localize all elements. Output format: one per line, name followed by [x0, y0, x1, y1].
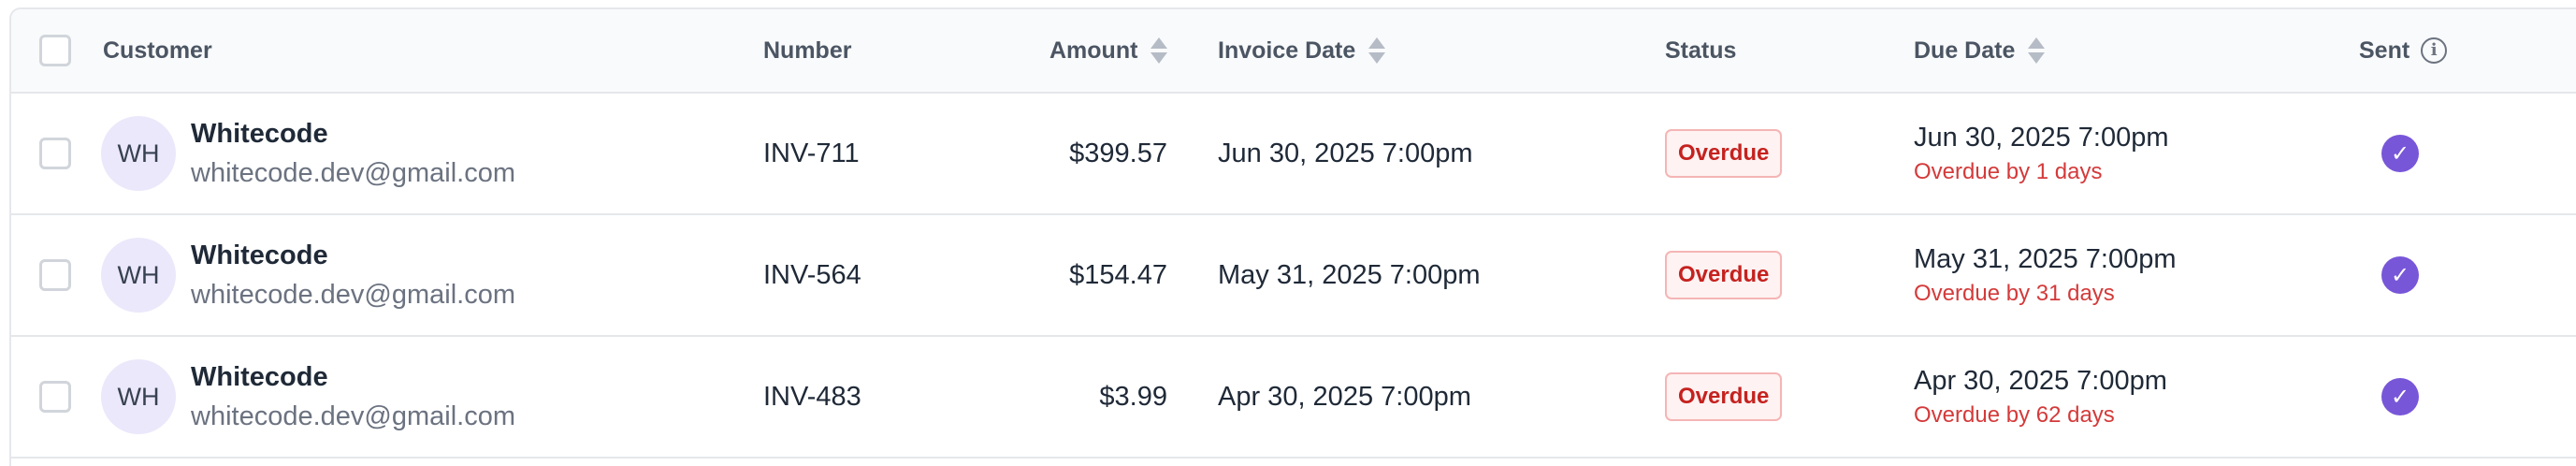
table-header: Customer Number Amount Invoice Date Stat…	[11, 9, 2576, 94]
due-date: May 31, 2025 7:00pm	[1914, 244, 2177, 274]
header-invoice-date[interactable]: Invoice Date	[1218, 9, 1386, 92]
select-all-cell	[39, 9, 71, 92]
table-row[interactable]: WH Whitecode whitecode.dev@gmail.com INV…	[11, 94, 2576, 215]
sort-icon[interactable]	[1368, 37, 1386, 64]
check-circle-icon: ✓	[2381, 135, 2419, 172]
sort-icon[interactable]	[1151, 37, 1168, 64]
header-customer[interactable]: Customer	[103, 9, 212, 92]
invoices-table: Customer Number Amount Invoice Date Stat…	[9, 7, 2576, 466]
info-icon[interactable]: i	[2421, 37, 2448, 64]
check-circle-icon: ✓	[2381, 256, 2419, 294]
customer-email: whitecode.dev@gmail.com	[191, 158, 515, 188]
row-checkbox[interactable]	[39, 381, 71, 413]
due-date: Apr 30, 2025 7:00pm	[1914, 366, 2167, 396]
invoice-date: Apr 30, 2025 7:00pm	[1218, 381, 1471, 412]
overdue-note: Overdue by 31 days	[1914, 281, 2115, 306]
customer-email: whitecode.dev@gmail.com	[191, 401, 515, 431]
customer-cell: WH Whitecode whitecode.dev@gmail.com	[101, 94, 515, 213]
invoice-date: May 31, 2025 7:00pm	[1218, 259, 1481, 290]
status-badge: Overdue	[1665, 129, 1783, 178]
avatar: WH	[101, 238, 176, 313]
select-all-checkbox[interactable]	[39, 35, 71, 66]
invoice-date: Jun 30, 2025 7:00pm	[1218, 138, 1473, 168]
invoice-amount: $399.57	[1069, 138, 1167, 168]
status-badge: Overdue	[1665, 251, 1783, 299]
avatar: WH	[101, 359, 176, 434]
customer-name: Whitecode	[191, 362, 328, 392]
row-checkbox[interactable]	[39, 259, 71, 291]
header-due-date[interactable]: Due Date	[1914, 9, 2046, 92]
header-sent: Sent i	[2359, 9, 2448, 92]
check-circle-icon: ✓	[2381, 378, 2419, 415]
header-amount[interactable]: Amount	[1049, 9, 1168, 92]
table-row[interactable]: WH Whitecode whitecode.dev@gmail.com INV…	[11, 215, 2576, 337]
invoice-number: INV-483	[763, 381, 861, 412]
header-amount-label: Amount	[1049, 36, 1138, 64]
row-checkbox[interactable]	[39, 138, 71, 169]
invoice-amount: $3.99	[1099, 381, 1167, 412]
status-badge: Overdue	[1665, 372, 1783, 421]
overdue-note: Overdue by 1 days	[1914, 159, 2103, 184]
customer-name: Whitecode	[191, 240, 328, 270]
header-sent-label: Sent	[2359, 36, 2410, 64]
invoice-number: INV-564	[763, 259, 861, 290]
customer-cell: WH Whitecode whitecode.dev@gmail.com	[101, 215, 515, 335]
due-date: Jun 30, 2025 7:00pm	[1914, 123, 2169, 153]
overdue-note: Overdue by 62 days	[1914, 402, 2115, 428]
header-status[interactable]: Status	[1665, 9, 1736, 92]
header-invoice-date-label: Invoice Date	[1218, 36, 1356, 64]
header-due-date-label: Due Date	[1914, 36, 2016, 64]
avatar: WH	[101, 116, 176, 191]
invoice-amount: $154.47	[1069, 259, 1167, 290]
invoice-number: INV-711	[763, 138, 860, 168]
table-row[interactable]: WH Whitecode whitecode.dev@gmail.com INV…	[11, 337, 2576, 459]
header-number[interactable]: Number	[763, 9, 851, 92]
customer-email: whitecode.dev@gmail.com	[191, 280, 515, 310]
customer-cell: WH Whitecode whitecode.dev@gmail.com	[101, 337, 515, 457]
sort-icon[interactable]	[2028, 37, 2046, 64]
customer-name: Whitecode	[191, 119, 328, 149]
